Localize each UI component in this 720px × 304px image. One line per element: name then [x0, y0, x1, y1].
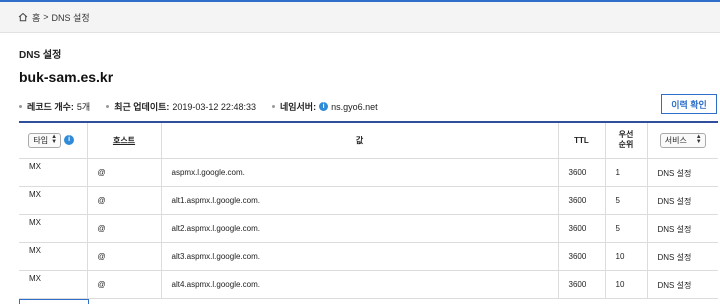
ttl-cell: 3600: [558, 214, 606, 243]
type-cell: MX: [19, 242, 88, 271]
record-info: 레코드 개수: 5개 최근 업데이트: 2019-03-12 22:48:33 …: [19, 100, 394, 113]
service-cell: DNS 설정: [647, 158, 718, 187]
service-cell: DNS 설정: [647, 242, 718, 271]
section-title: DNS 설정: [19, 50, 62, 61]
service-header: 서비스 ▲ ▼: [647, 123, 718, 159]
value-cell: alt4.aspmx.l.google.com.: [161, 270, 559, 299]
breadcrumb-home[interactable]: 홈: [32, 11, 40, 24]
priority-cell: 5: [605, 186, 648, 215]
service-filter-label: 서비스: [664, 135, 687, 145]
type-header: 타입 ▲ ▼ i: [19, 123, 88, 159]
record-count-value: 5개: [76, 102, 91, 112]
priority-header: 우선 순위: [605, 123, 648, 159]
info-icon[interactable]: i: [319, 102, 329, 111]
priority-header-line2: 순위: [618, 140, 634, 150]
host-header[interactable]: 호스트: [87, 123, 162, 159]
value-cell: alt3.aspmx.l.google.com.: [161, 242, 559, 271]
breadcrumb-separator: >: [43, 12, 49, 22]
ttl-header: TTL: [558, 123, 606, 159]
history-button[interactable]: 이력 확인: [661, 94, 717, 114]
type-cell: MX: [19, 186, 88, 215]
type-filter-label: 타입: [33, 135, 49, 145]
value-cell: aspmx.l.google.com.: [161, 158, 559, 187]
table-header-row: 타입 ▲ ▼ i 호스트 값 TTL 우선 순위 서비스 ▲ ▼: [19, 123, 718, 159]
host-header-label[interactable]: 호스트: [113, 136, 135, 145]
home-icon[interactable]: [18, 12, 28, 22]
table-row[interactable]: MX @ alt1.aspmx.l.google.com. 3600 5 DNS…: [19, 186, 718, 215]
dns-record-table: 타입 ▲ ▼ i 호스트 값 TTL 우선 순위 서비스 ▲ ▼ MX @ as…: [19, 121, 718, 299]
ttl-cell: 3600: [558, 158, 606, 187]
host-cell: @: [87, 270, 162, 299]
host-cell: @: [87, 242, 162, 271]
nameserver-value: ns.gyo6.net: [331, 101, 378, 112]
table-row[interactable]: MX @ aspmx.l.google.com. 3600 1 DNS 설정: [19, 158, 718, 187]
info-icon[interactable]: i: [64, 135, 75, 146]
bullet-icon: [271, 105, 275, 108]
priority-cell: 10: [605, 270, 648, 299]
table-row[interactable]: MX @ alt4.aspmx.l.google.com. 3600 10 DN…: [19, 270, 718, 299]
service-cell: DNS 설정: [647, 270, 718, 299]
type-cell: MX: [19, 214, 88, 243]
type-cell: MX: [19, 158, 88, 187]
type-filter-select[interactable]: 타입 ▲ ▼: [28, 132, 62, 148]
nameserver: 네임서버: i ns.gyo6.net: [271, 100, 378, 113]
value-cell: alt1.aspmx.l.google.com.: [161, 186, 559, 215]
record-count-label: 레코드 개수:: [27, 102, 74, 112]
host-cell: @: [87, 158, 162, 187]
select-arrows-icon: ▲ ▼: [51, 134, 58, 146]
domain-title: buk-sam.es.kr: [19, 69, 114, 85]
last-update: 최근 업데이트: 2019-03-12 22:48:33: [106, 100, 256, 113]
ttl-cell: 3600: [558, 186, 606, 215]
breadcrumb: 홈 > DNS 설정: [0, 0, 720, 33]
priority-cell: 5: [605, 214, 648, 243]
last-update-label: 최근 업데이트:: [114, 102, 170, 112]
service-cell: DNS 설정: [647, 214, 718, 243]
table-row[interactable]: MX @ alt2.aspmx.l.google.com. 3600 5 DNS…: [19, 214, 718, 243]
bullet-icon: [106, 105, 110, 108]
priority-header-line1: 우선: [618, 130, 634, 140]
service-filter-select[interactable]: 서비스 ▲ ▼: [659, 132, 706, 148]
value-header: 값: [161, 123, 559, 159]
service-cell: DNS 설정: [647, 186, 718, 215]
bottom-action-button[interactable]: [19, 299, 89, 304]
priority-cell: 1: [605, 158, 648, 187]
type-cell: MX: [19, 270, 88, 299]
table-row[interactable]: MX @ alt3.aspmx.l.google.com. 3600 10 DN…: [19, 242, 718, 271]
value-cell: alt2.aspmx.l.google.com.: [161, 214, 559, 243]
nameserver-label: 네임서버:: [279, 102, 317, 112]
host-cell: @: [87, 214, 162, 243]
breadcrumb-current: DNS 설정: [51, 12, 90, 23]
select-arrows-icon: ▲ ▼: [695, 134, 702, 146]
ttl-cell: 3600: [558, 270, 606, 299]
priority-cell: 10: [605, 242, 648, 271]
bullet-icon: [19, 105, 22, 108]
host-cell: @: [87, 186, 162, 215]
ttl-cell: 3600: [558, 242, 606, 271]
record-count: 레코드 개수: 5개: [19, 100, 90, 113]
last-update-value: 2019-03-12 22:48:33: [172, 101, 256, 112]
